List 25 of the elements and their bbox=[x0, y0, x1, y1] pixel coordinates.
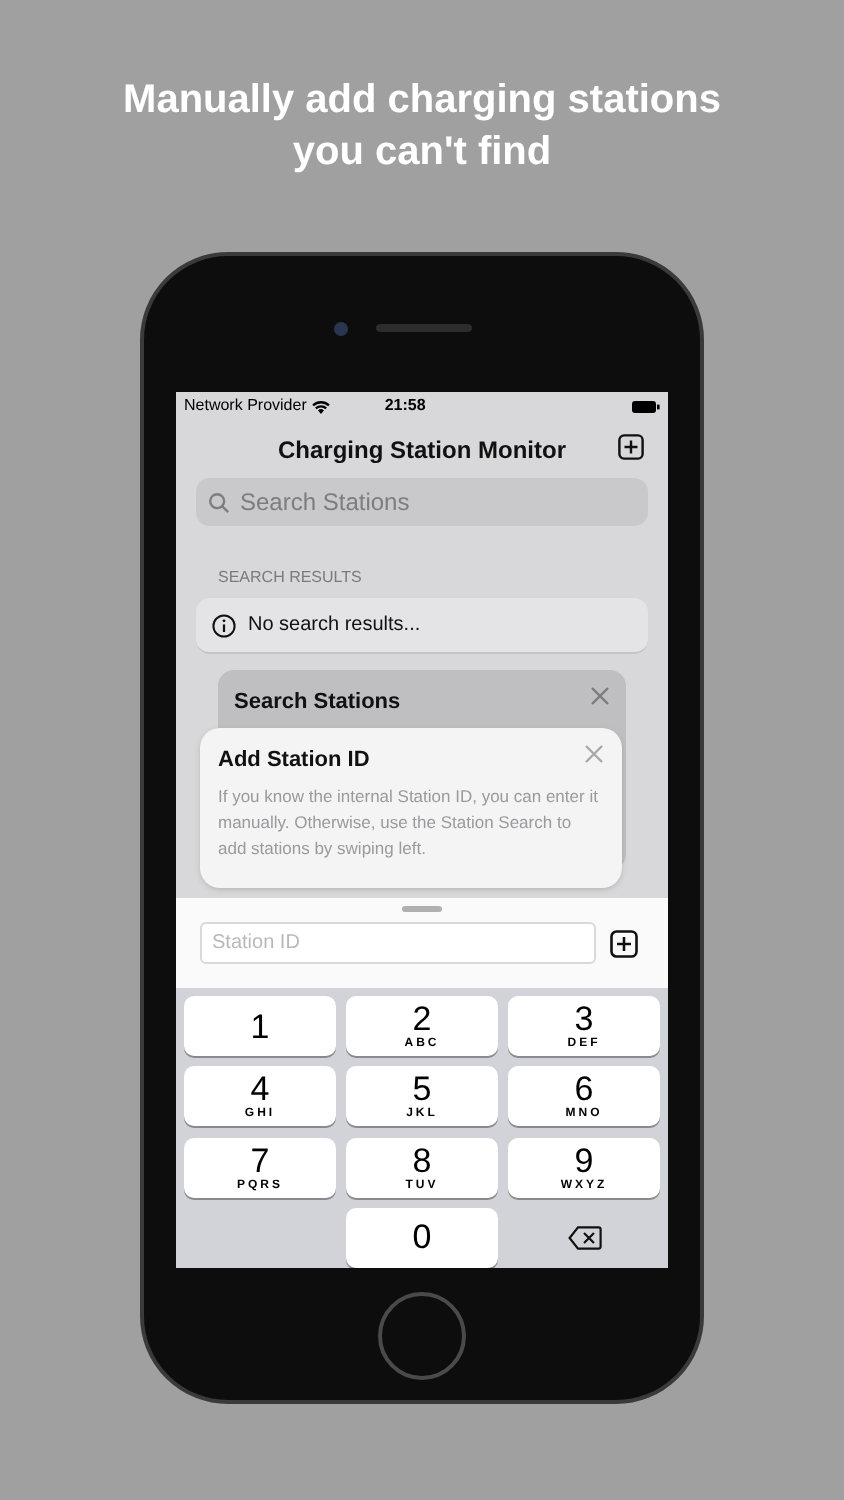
backspace-icon bbox=[567, 1225, 601, 1250]
add-icon[interactable] bbox=[610, 929, 638, 957]
info-icon bbox=[212, 613, 236, 637]
wifi-icon bbox=[312, 399, 331, 413]
result-text: No search results... bbox=[248, 612, 421, 640]
search-placeholder: Search Stations bbox=[240, 486, 410, 520]
section-header: SEARCH RESULTS bbox=[218, 566, 364, 590]
popover-text: If you know the internal Station ID, you can enter it manually. Otherwise, use the Station Search to add stations by swiping left. bbox=[218, 783, 600, 861]
digit-key[interactable]: 1 bbox=[184, 996, 336, 1056]
screen-title: Charging Station Monitor bbox=[278, 433, 566, 467]
search-icon bbox=[208, 491, 230, 513]
popover-title: Add Station ID bbox=[218, 746, 372, 776]
grabber-handle[interactable] bbox=[402, 906, 442, 912]
station-id-field[interactable]: Station ID bbox=[200, 922, 596, 964]
card-title: Search Stations bbox=[234, 688, 403, 718]
close-icon[interactable] bbox=[590, 686, 610, 706]
camera-icon bbox=[333, 321, 347, 335]
clock-time: 21:58 bbox=[384, 394, 426, 418]
close-icon[interactable] bbox=[584, 744, 604, 764]
add-icon[interactable] bbox=[618, 434, 644, 460]
home-button[interactable] bbox=[378, 1292, 466, 1380]
digit-key[interactable]: 0 bbox=[346, 1207, 498, 1268]
battery-icon bbox=[632, 399, 660, 413]
carrier-label: Network Provider bbox=[184, 394, 307, 418]
headline: Manually add charging stations you can't find bbox=[123, 76, 721, 178]
